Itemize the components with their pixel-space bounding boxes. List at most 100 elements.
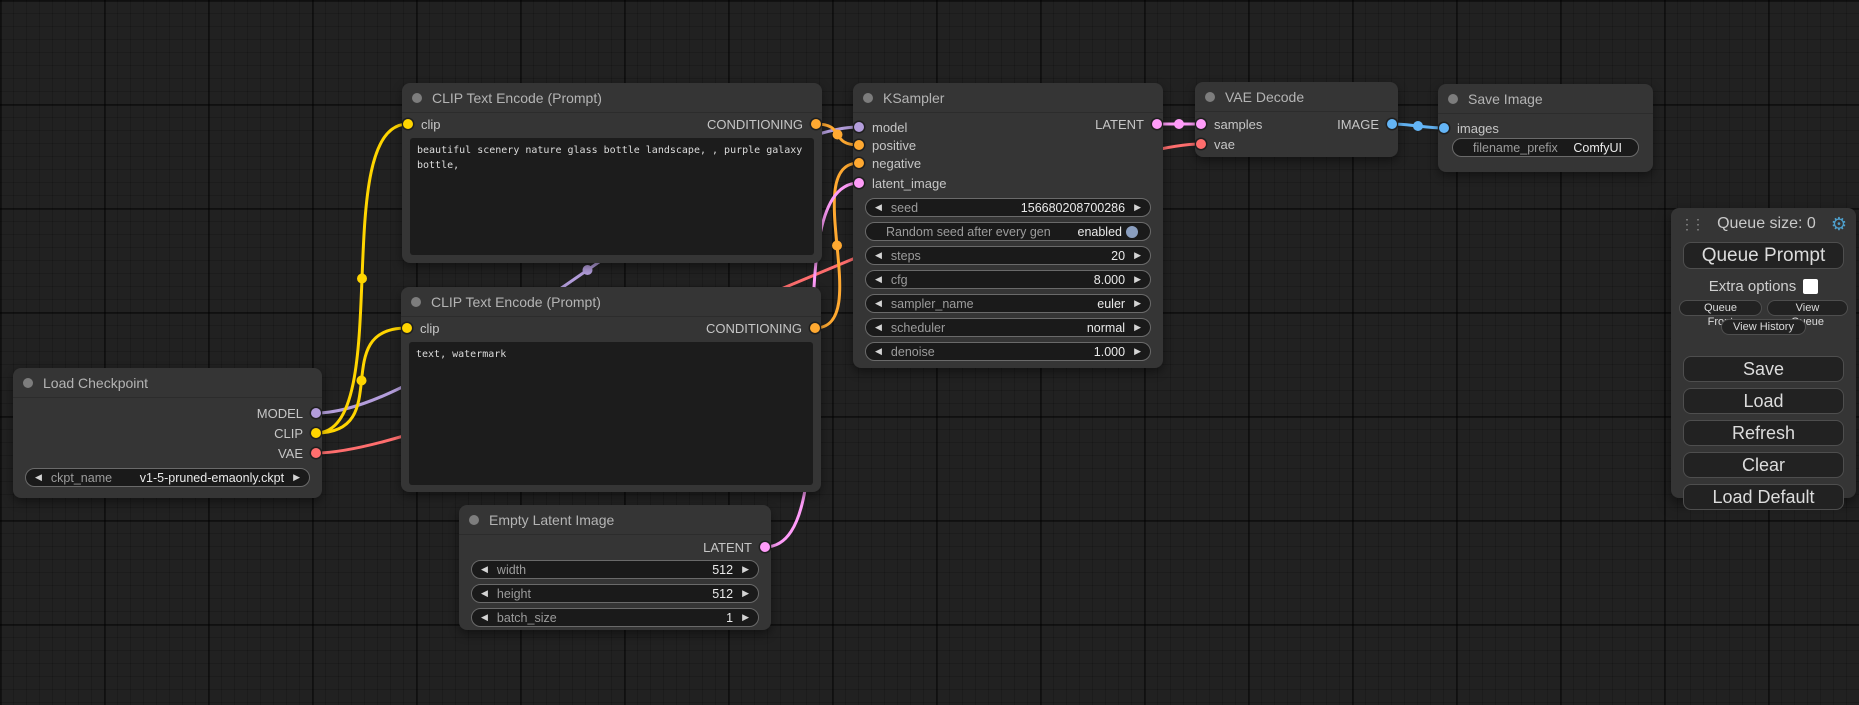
queue-prompt-button[interactable]: Queue Prompt — [1683, 242, 1844, 269]
increment-arrow-icon[interactable]: ▶ — [1134, 203, 1141, 212]
conditioning-port-dot[interactable] — [811, 119, 821, 129]
conditioning-port-dot[interactable] — [854, 140, 864, 150]
prompt-textarea[interactable]: beautiful scenery nature glass bottle la… — [410, 138, 814, 255]
refresh-button[interactable]: Refresh — [1683, 420, 1844, 446]
collapse-dot[interactable] — [863, 93, 873, 103]
scheduler-widget[interactable]: ◀ scheduler normal ▶ — [865, 318, 1151, 337]
node-clip-text-encode-negative[interactable]: CLIP Text Encode (Prompt) clip CONDITION… — [401, 287, 821, 492]
output-port-latent[interactable]: LATENT — [703, 539, 770, 555]
decrement-arrow-icon[interactable]: ◀ — [875, 323, 882, 332]
increment-arrow-icon[interactable]: ▶ — [1134, 347, 1141, 356]
collapse-dot[interactable] — [23, 378, 33, 388]
load-default-button[interactable]: Load Default — [1683, 484, 1844, 510]
steps-widget[interactable]: ◀ steps 20 ▶ — [865, 246, 1151, 265]
model-port-dot[interactable] — [311, 408, 321, 418]
node-header[interactable]: KSampler — [853, 83, 1163, 113]
decrement-arrow-icon[interactable]: ◀ — [481, 613, 488, 622]
link-midpoint-dot[interactable] — [357, 274, 367, 284]
node-save-image[interactable]: Save Image images filename_prefix ComfyU… — [1438, 84, 1653, 172]
prompt-textarea[interactable]: text, watermark — [409, 342, 813, 485]
drag-handle-icon[interactable]: ⋮⋮ — [1680, 217, 1702, 231]
node-header[interactable]: CLIP Text Encode (Prompt) — [401, 287, 821, 317]
filename-prefix-widget[interactable]: filename_prefix ComfyUI — [1452, 138, 1639, 157]
decrement-arrow-icon[interactable]: ◀ — [481, 589, 488, 598]
view-history-button[interactable]: View History — [1721, 319, 1806, 335]
save-button[interactable]: Save — [1683, 356, 1844, 382]
output-port-model[interactable]: MODEL — [257, 405, 321, 421]
height-widget[interactable]: ◀ height 512 ▶ — [471, 584, 759, 603]
node-ksampler[interactable]: KSampler model positive negative latent_… — [853, 83, 1163, 368]
decrement-arrow-icon[interactable]: ◀ — [875, 203, 882, 212]
clear-button[interactable]: Clear — [1683, 452, 1844, 478]
collapse-dot[interactable] — [1448, 94, 1458, 104]
link-midpoint-dot[interactable] — [357, 376, 367, 386]
latent-port-dot[interactable] — [1152, 119, 1162, 129]
input-port-model[interactable]: model — [854, 119, 907, 135]
width-widget[interactable]: ◀ width 512 ▶ — [471, 560, 759, 579]
vae-port-dot[interactable] — [311, 448, 321, 458]
denoise-widget[interactable]: ◀ denoise 1.000 ▶ — [865, 342, 1151, 361]
node-graph-canvas[interactable]: Load Checkpoint MODEL CLIP VAE ◀ ckpt_na… — [0, 0, 1859, 705]
input-port-latent-image[interactable]: latent_image — [854, 175, 946, 191]
conditioning-port-dot[interactable] — [810, 323, 820, 333]
link-midpoint-dot[interactable] — [833, 130, 843, 140]
node-vae-decode[interactable]: VAE Decode samples vae IMAGE — [1195, 82, 1398, 157]
node-empty-latent-image[interactable]: Empty Latent Image LATENT ◀ width 512 ▶ … — [459, 505, 771, 630]
collapse-dot[interactable] — [469, 515, 479, 525]
node-header[interactable]: Load Checkpoint — [13, 368, 322, 398]
latent-port-dot[interactable] — [1196, 119, 1206, 129]
extra-options-checkbox[interactable] — [1803, 279, 1818, 294]
output-port-image[interactable]: IMAGE — [1337, 116, 1397, 132]
clip-port-dot[interactable] — [403, 119, 413, 129]
decrement-arrow-icon[interactable]: ◀ — [35, 473, 42, 482]
input-port-images[interactable]: images — [1439, 120, 1499, 136]
increment-arrow-icon[interactable]: ▶ — [1134, 323, 1141, 332]
link-midpoint-dot[interactable] — [832, 241, 842, 251]
output-port-vae[interactable]: VAE — [278, 445, 321, 461]
clip-port-dot[interactable] — [311, 428, 321, 438]
output-port-clip[interactable]: CLIP — [274, 425, 321, 441]
increment-arrow-icon[interactable]: ▶ — [1134, 275, 1141, 284]
decrement-arrow-icon[interactable]: ◀ — [875, 275, 882, 284]
image-port-dot[interactable] — [1387, 119, 1397, 129]
node-header[interactable]: Empty Latent Image — [459, 505, 771, 535]
increment-arrow-icon[interactable]: ▶ — [1134, 299, 1141, 308]
collapse-dot[interactable] — [412, 93, 422, 103]
sampler-name-widget[interactable]: ◀ sampler_name euler ▶ — [865, 294, 1151, 313]
load-button[interactable]: Load — [1683, 388, 1844, 414]
seed-widget[interactable]: ◀ seed 156680208700286 ▶ — [865, 198, 1151, 217]
increment-arrow-icon[interactable]: ▶ — [742, 565, 749, 574]
output-port-conditioning[interactable]: CONDITIONING — [707, 116, 821, 132]
output-port-latent[interactable]: LATENT — [1095, 116, 1162, 132]
input-port-clip[interactable]: clip — [403, 116, 441, 132]
increment-arrow-icon[interactable]: ▶ — [742, 613, 749, 622]
link-midpoint-dot[interactable] — [1174, 119, 1184, 129]
input-port-negative[interactable]: negative — [854, 155, 921, 171]
node-header[interactable]: Save Image — [1438, 84, 1653, 114]
decrement-arrow-icon[interactable]: ◀ — [875, 347, 882, 356]
node-load-checkpoint[interactable]: Load Checkpoint MODEL CLIP VAE ◀ ckpt_na… — [13, 368, 322, 498]
input-port-vae[interactable]: vae — [1196, 136, 1235, 152]
link-midpoint-dot[interactable] — [1413, 121, 1423, 131]
collapse-dot[interactable] — [1205, 92, 1215, 102]
node-header[interactable]: CLIP Text Encode (Prompt) — [402, 83, 822, 113]
increment-arrow-icon[interactable]: ▶ — [293, 473, 300, 482]
input-port-positive[interactable]: positive — [854, 137, 916, 153]
node-header[interactable]: VAE Decode — [1195, 82, 1398, 112]
input-port-clip[interactable]: clip — [402, 320, 440, 336]
view-queue-button[interactable]: View Queue — [1767, 300, 1848, 316]
latent-port-dot[interactable] — [760, 542, 770, 552]
toggle-dot[interactable] — [1126, 226, 1138, 238]
ckpt-name-widget[interactable]: ◀ ckpt_name v1-5-pruned-emaonly.ckpt ▶ — [25, 468, 310, 487]
random-seed-toggle-widget[interactable]: Random seed after every gen enabled — [865, 222, 1151, 241]
latent-port-dot[interactable] — [854, 178, 864, 188]
queue-front-button[interactable]: Queue Front — [1679, 300, 1762, 316]
model-port-dot[interactable] — [854, 122, 864, 132]
cfg-widget[interactable]: ◀ cfg 8.000 ▶ — [865, 270, 1151, 289]
decrement-arrow-icon[interactable]: ◀ — [875, 251, 882, 260]
vae-port-dot[interactable] — [1196, 139, 1206, 149]
output-port-conditioning[interactable]: CONDITIONING — [706, 320, 820, 336]
link-midpoint-dot[interactable] — [583, 265, 593, 275]
clip-port-dot[interactable] — [402, 323, 412, 333]
increment-arrow-icon[interactable]: ▶ — [1134, 251, 1141, 260]
